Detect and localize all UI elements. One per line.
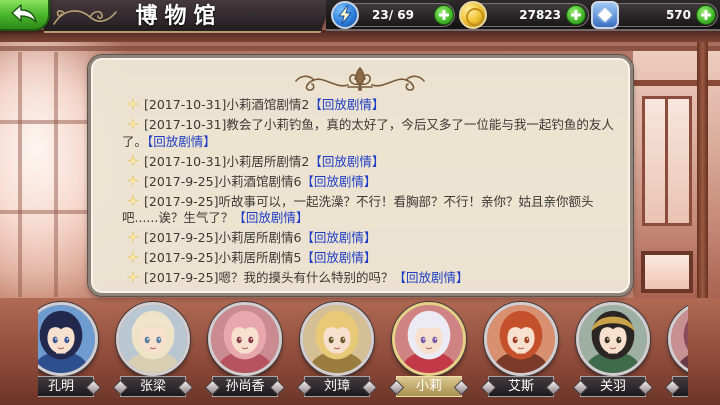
character-slot[interactable]: 刘璋 — [297, 298, 377, 405]
stamina-counter: 23/ 69 — [331, 1, 455, 29]
entry-text: 小莉酒馆剧情6 — [218, 173, 302, 189]
character-name-tag[interactable]: 关羽 — [580, 376, 646, 397]
character-art — [395, 305, 463, 373]
coin-icon — [459, 1, 487, 29]
character-name-tag[interactable]: 刘璋 — [304, 376, 370, 397]
window-frame — [665, 96, 668, 226]
story-entry: [2017-9-25]嗯？我的摸头有什么特别的吗？【回放剧情】 — [122, 270, 616, 287]
star-icon — [127, 251, 139, 263]
replay-story-link[interactable]: 【回放剧情】 — [233, 210, 308, 225]
character-art — [671, 305, 688, 373]
gold-value: 27823 — [519, 8, 561, 22]
character-name-tag[interactable] — [672, 376, 688, 397]
entry-date: [2017-9-25] — [144, 250, 219, 265]
add-gem-button[interactable] — [696, 5, 716, 25]
character-slot[interactable]: 艾斯 — [481, 298, 561, 405]
star-icon — [127, 98, 139, 110]
character-art — [579, 305, 647, 373]
replay-story-link[interactable]: 【回放剧情】 — [301, 230, 376, 245]
add-stamina-button[interactable] — [434, 5, 454, 25]
character-name-tag[interactable]: 小莉 — [396, 376, 462, 397]
window-frame — [0, 210, 90, 214]
star-icon — [127, 271, 139, 283]
character-portrait[interactable] — [208, 302, 282, 376]
gem-icon — [591, 1, 619, 29]
gold-counter: 27823 — [459, 1, 589, 29]
entry-date: [2017-9-25] — [144, 193, 219, 209]
gem-value: 570 — [665, 8, 691, 22]
character-art — [119, 305, 187, 373]
story-entry: [2017-9-25]听故事可以，一起洗澡？不行！看胸部？不行！亲你？姑且亲你额… — [122, 194, 616, 227]
replay-story-link[interactable]: 【回放剧情】 — [309, 154, 384, 169]
character-slot[interactable]: 关羽 — [573, 298, 653, 405]
window-frame — [0, 120, 90, 124]
character-art — [487, 305, 555, 373]
star-icon — [127, 118, 139, 130]
entry-text: 小莉居所剧情2 — [226, 153, 310, 169]
wooden-pillar — [697, 42, 708, 312]
star-icon — [127, 174, 139, 187]
stamina-value: 23/ 69 — [372, 8, 414, 22]
entry-text: 嗯？我的摸头有什么特别的吗？ — [218, 270, 394, 285]
entry-date: [2017-9-25] — [144, 173, 219, 189]
add-gold-button[interactable] — [566, 5, 586, 25]
character-slot[interactable] — [665, 298, 688, 405]
star-icon — [127, 154, 139, 167]
story-entry: [2017-9-25]小莉居所剧情5【回放剧情】 — [122, 250, 616, 267]
entry-date: [2017-9-25] — [144, 270, 219, 285]
back-button[interactable] — [0, 0, 50, 31]
character-slot[interactable]: 孙尚香 — [205, 298, 285, 405]
character-slot[interactable]: 孔明 — [38, 298, 101, 405]
star-icon — [127, 194, 139, 207]
gem-counter: 570 — [591, 1, 718, 29]
character-slot[interactable]: 小莉 — [389, 298, 469, 405]
entry-date: [2017-10-31] — [144, 153, 227, 169]
character-portrait[interactable] — [668, 302, 688, 376]
character-name-tag[interactable]: 孔明 — [38, 376, 94, 397]
character-portrait[interactable] — [38, 302, 98, 376]
star-icon — [127, 231, 139, 243]
character-portrait[interactable] — [116, 302, 190, 376]
story-entry: [2017-10-31]小莉酒馆剧情2【回放剧情】 — [122, 97, 616, 114]
character-portrait[interactable] — [300, 302, 374, 376]
story-entry: [2017-10-31]小莉居所剧情2【回放剧情】 — [122, 154, 616, 171]
character-portrait[interactable] — [392, 302, 466, 376]
entry-text: 小莉居所剧情6 — [218, 230, 302, 245]
replay-story-link[interactable]: 【回放剧情】 — [301, 250, 376, 265]
back-arrow-icon — [11, 4, 37, 23]
window-frame — [18, 52, 22, 297]
replay-story-link[interactable]: 【回放剧情】 — [309, 97, 384, 112]
entry-date: [2017-10-31] — [144, 117, 227, 132]
story-entry-list[interactable]: [2017-10-31]小莉酒馆剧情2【回放剧情】 [2017-10-31]教会… — [122, 97, 616, 289]
story-log-panel: [2017-10-31]小莉酒馆剧情2【回放剧情】 [2017-10-31]教会… — [88, 55, 633, 296]
character-portrait[interactable] — [576, 302, 650, 376]
entry-date: [2017-10-31] — [144, 97, 227, 112]
replay-story-link[interactable]: 【回放剧情】 — [147, 134, 216, 149]
entry-text: 小莉居所剧情5 — [218, 250, 302, 265]
character-art — [303, 305, 371, 373]
ceiling-beam — [0, 46, 720, 51]
story-entry: [2017-10-31]教会了小莉钓鱼，真的太好了，今后又多了一位能与我一起钓鱼… — [122, 117, 616, 150]
replay-story-link[interactable]: 【回放剧情】 — [393, 270, 468, 285]
character-name-tag[interactable]: 艾斯 — [488, 376, 554, 397]
story-entry: [2017-9-25]小莉酒馆剧情6【回放剧情】 — [122, 174, 616, 191]
character-art — [211, 305, 279, 373]
character-art — [38, 305, 95, 373]
scroll-ornament-icon — [53, 10, 117, 25]
picture-frame — [641, 251, 693, 293]
entry-date: [2017-9-25] — [144, 230, 219, 245]
page-title: 博物馆 — [135, 4, 223, 29]
entry-text: 小莉酒馆剧情2 — [226, 97, 310, 112]
fleur-de-lis-ornament-icon — [295, 66, 425, 91]
character-name-tag[interactable]: 孙尚香 — [212, 376, 278, 397]
window-frame — [54, 52, 58, 297]
replay-story-link[interactable]: 【回放剧情】 — [301, 174, 376, 189]
character-roster[interactable]: 孔明 张梁 孙尚香 刘璋 小莉 艾斯 关羽 — [38, 298, 688, 405]
character-name-tag[interactable]: 张梁 — [120, 376, 186, 397]
story-entry: [2017-9-25]小莉居所剧情6【回放剧情】 — [122, 230, 616, 247]
character-portrait[interactable] — [484, 302, 558, 376]
character-slot[interactable]: 张梁 — [113, 298, 193, 405]
